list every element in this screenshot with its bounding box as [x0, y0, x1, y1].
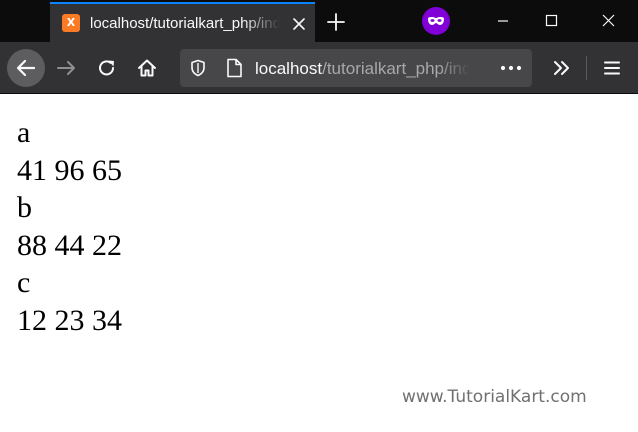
maximize-icon: [545, 14, 558, 27]
address-bar[interactable]: localhost/tutorialkart_php/index.php: [180, 49, 532, 87]
new-tab-button[interactable]: [322, 8, 350, 36]
watermark: www.TutorialKart.com: [402, 387, 587, 407]
toolbar-separator: [586, 56, 587, 80]
xampp-favicon-icon: X: [62, 14, 80, 32]
reload-icon: [99, 60, 114, 76]
url-path: /tutorialkart_php/index.php: [322, 59, 470, 78]
array-values-line: 41 96 65: [17, 153, 122, 187]
toolbar-overflow-button[interactable]: [548, 54, 576, 82]
hamburger-menu-icon: [604, 61, 620, 75]
home-icon: [138, 59, 156, 77]
array-values-line: 88 44 22: [17, 228, 122, 262]
minimize-button[interactable]: [480, 0, 526, 42]
page-actions-button[interactable]: [498, 58, 524, 78]
back-button[interactable]: [7, 49, 45, 87]
array-key-line: c: [17, 266, 31, 299]
plus-icon: [327, 13, 345, 31]
page-icon[interactable]: [224, 57, 244, 79]
close-icon: [602, 14, 615, 27]
close-icon: [293, 18, 305, 30]
output-text: a 41 96 65 b 88 44 22 c 12 23 34: [17, 114, 122, 339]
home-button[interactable]: [133, 54, 161, 82]
url-input[interactable]: localhost/tutorialkart_php/index.php: [255, 58, 470, 80]
private-browsing-mask-icon: [422, 7, 450, 35]
title-bar: X localhost/tutorialkart_php/index.php: [0, 0, 638, 42]
forward-button[interactable]: [53, 54, 81, 82]
window-close-button[interactable]: [586, 0, 632, 42]
minimize-icon: [498, 20, 508, 22]
navigation-toolbar: localhost/tutorialkart_php/index.php: [0, 42, 638, 94]
browser-tab[interactable]: X localhost/tutorialkart_php/index.php: [50, 2, 315, 42]
back-arrow-icon: [16, 59, 36, 77]
reload-button[interactable]: [93, 54, 121, 82]
url-host: localhost: [255, 59, 323, 78]
forward-arrow-icon: [57, 61, 75, 75]
tab-close-button[interactable]: [288, 13, 310, 35]
double-chevron-icon: [554, 61, 569, 75]
ellipsis-icon: [500, 65, 522, 71]
page-content: a 41 96 65 b 88 44 22 c 12 23 34 www.Tut…: [0, 94, 638, 432]
app-menu-button[interactable]: [598, 54, 626, 82]
shield-icon[interactable]: [188, 58, 208, 78]
tab-title: localhost/tutorialkart_php/index.php: [90, 15, 280, 32]
maximize-button[interactable]: [528, 0, 574, 42]
array-key-line: a: [17, 116, 31, 149]
array-values-line: 12 23 34: [17, 303, 122, 337]
array-key-line: b: [17, 191, 32, 224]
